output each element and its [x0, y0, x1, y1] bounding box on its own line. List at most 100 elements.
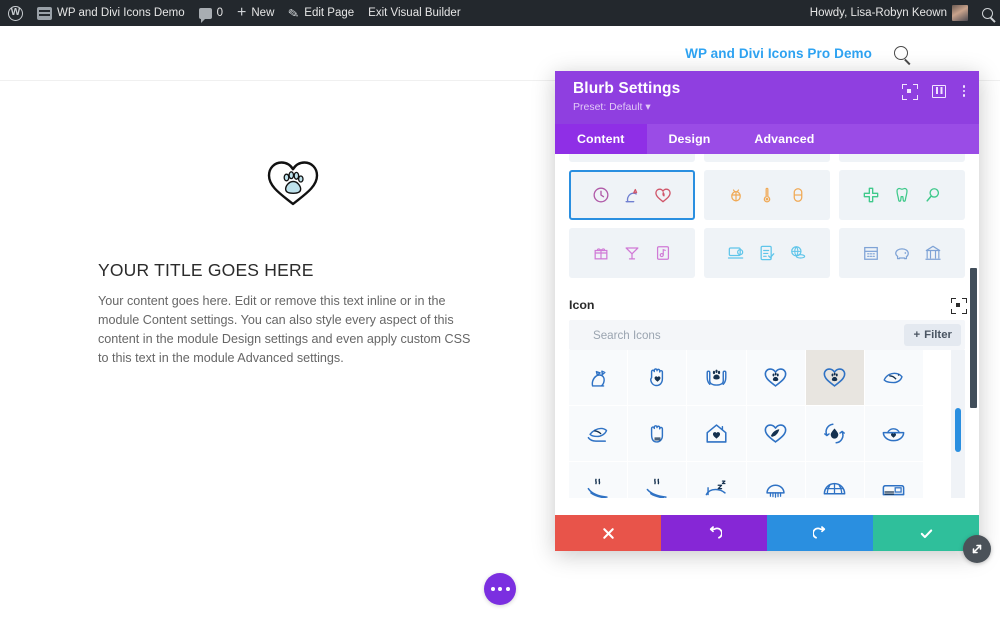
music-book-icon	[656, 246, 670, 260]
icon-result-cell-bird[interactable]	[864, 350, 924, 406]
search-input[interactable]	[569, 328, 905, 342]
icon-result-cell-hand-holding-bird[interactable]	[569, 406, 629, 462]
admin-bar-site-name[interactable]: WP and Divi Icons Demo	[30, 0, 192, 26]
icon-group-cell[interactable]	[839, 154, 965, 162]
modal-header: Blurb Settings Preset: Default ▾	[555, 71, 979, 124]
icon-group-cell-insects[interactable]	[704, 170, 830, 220]
icon-result-cell-cat-sitting[interactable]	[569, 350, 629, 406]
pet-brush-icon	[766, 484, 785, 498]
clock-icon	[593, 187, 609, 203]
page-settings-fab-button[interactable]	[484, 573, 516, 605]
modal-preset-label: Preset: Default	[573, 101, 643, 113]
icon-result-cell-hands-holding-paw[interactable]	[687, 350, 747, 406]
pencil-icon: ✎	[287, 4, 301, 22]
tab-advanced[interactable]: Advanced	[732, 124, 836, 154]
icon-field-reset-focus-target-icon[interactable]	[951, 298, 965, 312]
admin-bar-edit-page[interactable]: ✎ Edit Page	[281, 0, 361, 26]
plus-icon: +	[237, 4, 247, 21]
icon-group-cell[interactable]	[569, 154, 695, 162]
checkmark-icon	[920, 528, 932, 538]
tooth-icon	[896, 187, 908, 202]
cat-icon	[625, 188, 638, 203]
icon-result-cell-heart-feather[interactable]	[746, 406, 806, 462]
chevron-down-icon: ▾	[645, 101, 651, 113]
paw-steam-alt-icon	[646, 478, 667, 498]
kebab-menu-icon[interactable]	[962, 85, 966, 97]
icon-results-grid	[569, 350, 924, 498]
modal-scrollbar-thumb[interactable]	[970, 268, 977, 408]
icon-result-cell-hand-paw-print[interactable]	[628, 406, 688, 462]
modal-preset-selector[interactable]: Preset: Default ▾	[573, 101, 965, 113]
modal-body-scroll-area: Icon + Filter	[555, 154, 979, 515]
blurb-module[interactable]: YOUR TITLE GOES HERE Your content goes h…	[98, 156, 488, 369]
cocktail-icon	[625, 247, 639, 260]
icon-result-cell-pet-carrier[interactable]	[864, 462, 924, 498]
tab-design[interactable]: Design	[647, 124, 733, 154]
icon-result-cell-pet-brush[interactable]	[746, 462, 806, 498]
blurb-title: YOUR TITLE GOES HERE	[98, 260, 314, 280]
icon-group-cell-business[interactable]	[704, 228, 830, 278]
undo-button[interactable]	[661, 515, 767, 551]
heart-paw-outline-icon	[764, 368, 787, 387]
icon-result-cell-house-heart[interactable]	[687, 406, 747, 462]
icon-result-cell-water-recycle[interactable]	[805, 406, 865, 462]
icon-result-cell-paw-steam-alt[interactable]	[628, 462, 688, 498]
comment-bubble-icon	[198, 7, 212, 23]
icon-group-cell[interactable]	[704, 154, 830, 162]
cancel-button[interactable]	[555, 515, 661, 551]
modal-header-actions	[902, 84, 966, 98]
icon-result-cell-sleeping-pet[interactable]	[687, 462, 747, 498]
blurb-icon-wrap	[98, 156, 488, 208]
heart-paw-filled-icon	[823, 368, 846, 387]
admin-bar-comments-count: 0	[216, 7, 224, 19]
admin-bar-account[interactable]: Howdy, Lisa-Robyn Keown	[803, 0, 975, 26]
icon-group-cell-gifts[interactable]	[569, 228, 695, 278]
redo-button[interactable]	[767, 515, 873, 551]
ellipsis-dot	[498, 587, 502, 591]
sleeping-pet-icon	[705, 480, 726, 496]
icon-result-cell-globe-net[interactable]	[805, 462, 865, 498]
layout-columns-icon[interactable]	[932, 84, 946, 98]
icon-result-cell-paw-steam[interactable]	[569, 462, 629, 498]
icon-group-cell-pets[interactable]	[569, 170, 695, 220]
water-recycle-icon	[824, 423, 846, 444]
hand-with-heart-icon	[649, 368, 663, 387]
admin-bar-exit-visual-builder[interactable]: Exit Visual Builder	[361, 0, 467, 26]
close-x-icon	[602, 527, 614, 539]
icon-result-cell-heart-paw-filled[interactable]	[805, 350, 865, 406]
admin-bar-wp-logo[interactable]	[0, 0, 30, 26]
admin-bar-comments[interactable]: 0	[192, 0, 230, 26]
medical-cross-icon	[863, 187, 879, 203]
admin-bar-new-label: New	[251, 7, 275, 19]
modal-action-bar	[555, 515, 979, 551]
tab-content[interactable]: Content	[555, 124, 647, 154]
modal-resize-handle[interactable]	[963, 535, 991, 563]
nav-link-demo[interactable]: WP and Divi Icons Pro Demo	[685, 46, 872, 61]
wordpress-logo-icon	[8, 5, 23, 21]
icon-field-row: Icon	[569, 298, 965, 312]
icon-group-cell-finance[interactable]	[839, 228, 965, 278]
icon-search-row: + Filter	[569, 320, 965, 350]
admin-bar-search[interactable]	[975, 0, 1000, 26]
modal-body: Icon + Filter	[555, 154, 979, 515]
bird-icon	[883, 372, 904, 384]
wp-admin-bar: WP and Divi Icons Demo 0 + New ✎ Edit Pa…	[0, 0, 1000, 26]
modal-scrollbar[interactable]	[968, 154, 979, 515]
icon-results-scrollbar[interactable]	[951, 350, 965, 498]
ellipsis-dot	[505, 587, 510, 591]
heart-feather-icon	[764, 424, 787, 443]
filter-button[interactable]: + Filter	[904, 324, 961, 346]
laptop-settings-icon	[727, 247, 744, 259]
icon-group-cell-medical[interactable]	[839, 170, 965, 220]
icon-result-cell-hand-with-heart[interactable]	[628, 350, 688, 406]
header-search-icon[interactable]	[894, 46, 908, 60]
avatar	[952, 5, 968, 21]
blurb-settings-modal: Blurb Settings Preset: Default ▾ Content…	[555, 71, 991, 563]
icon-result-cell-heart-paw-outline[interactable]	[746, 350, 806, 406]
site-dashboard-icon	[37, 6, 52, 20]
focus-target-icon[interactable]	[902, 84, 916, 98]
icon-results-scrollbar-thumb[interactable]	[955, 408, 961, 452]
admin-bar-new[interactable]: + New	[230, 0, 281, 26]
icon-result-cell-pet-food-bowl[interactable]	[864, 406, 924, 462]
pet-carrier-icon	[883, 484, 905, 496]
